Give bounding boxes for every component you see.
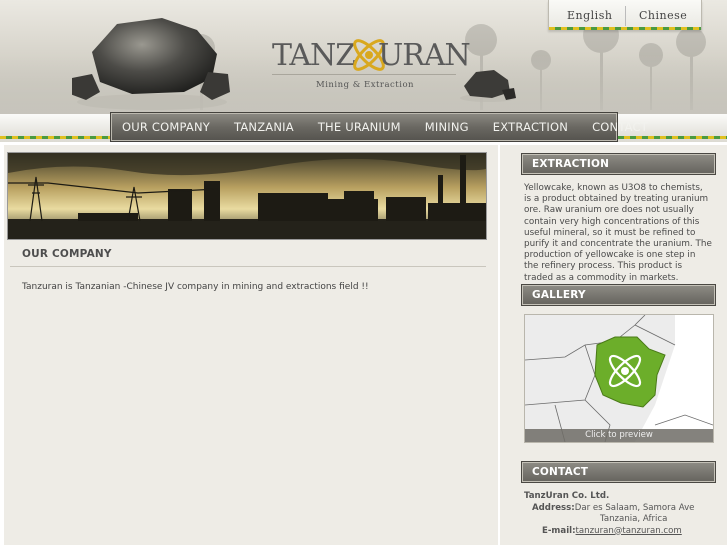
- gallery-map-thumbnail[interactable]: Click to preview: [524, 314, 714, 443]
- nav-contact[interactable]: CONTACT: [580, 120, 660, 134]
- section-title: OUR COMPANY: [22, 248, 112, 260]
- company-description: Tanzuran is Tanzanian -Chinese JV compan…: [22, 282, 369, 292]
- address-line1: Dar es Salaam, Samora Ave: [574, 502, 695, 513]
- language-switcher: English Chinese: [548, 0, 702, 30]
- tanzania-map-image: [525, 315, 713, 442]
- extraction-text: Yellowcake, known as U3O8 to chemists, i…: [524, 183, 712, 283]
- logo-underline: [272, 74, 456, 75]
- nav-tanzania[interactable]: TANZANIA: [222, 120, 306, 134]
- gallery-header: GALLERY: [521, 284, 716, 306]
- address-line2: Tanzania, Africa: [600, 514, 668, 524]
- section-divider: [10, 266, 486, 267]
- nav-the-uranium[interactable]: THE URANIUM: [306, 120, 413, 134]
- main-menu: OUR COMPANY TANZANIA THE URANIUM MINING …: [110, 112, 648, 142]
- contact-company: TanzUran Co. Ltd.: [524, 491, 610, 501]
- gallery-caption[interactable]: Click to preview: [525, 429, 713, 442]
- lang-english[interactable]: English: [567, 9, 612, 22]
- contact-header: CONTACT: [521, 461, 716, 483]
- uranium-rock-image: [72, 18, 230, 110]
- logo-text-left: TANZ: [272, 38, 356, 73]
- lang-divider: [625, 6, 626, 26]
- nav-mining[interactable]: MINING: [413, 120, 481, 134]
- logo-tagline: Mining & Extraction: [316, 80, 415, 90]
- contact-title: CONTACT: [532, 466, 589, 478]
- extraction-title: EXTRACTION: [532, 158, 610, 170]
- site-logo[interactable]: TANZ URAN Mining & Extraction: [272, 34, 471, 94]
- contact-info: TanzUran Co. Ltd. Address:Dar es Salaam,…: [524, 491, 714, 537]
- nav-extraction[interactable]: EXTRACTION: [481, 120, 580, 134]
- header: TANZ URAN Mining & Extraction English Ch…: [0, 0, 727, 114]
- lang-stripe: [549, 27, 701, 30]
- address-label: Address:: [532, 502, 575, 513]
- gallery-title: GALLERY: [532, 289, 586, 301]
- email-label: E-mail:: [542, 525, 576, 536]
- industrial-banner-image: [7, 152, 487, 240]
- lang-chinese[interactable]: Chinese: [639, 9, 687, 22]
- email-link[interactable]: tanzuran@tanzuran.com: [576, 526, 682, 536]
- logo-text-right: URAN: [378, 38, 471, 73]
- extraction-header: EXTRACTION: [521, 153, 716, 175]
- nav-our-company[interactable]: OUR COMPANY: [111, 120, 222, 134]
